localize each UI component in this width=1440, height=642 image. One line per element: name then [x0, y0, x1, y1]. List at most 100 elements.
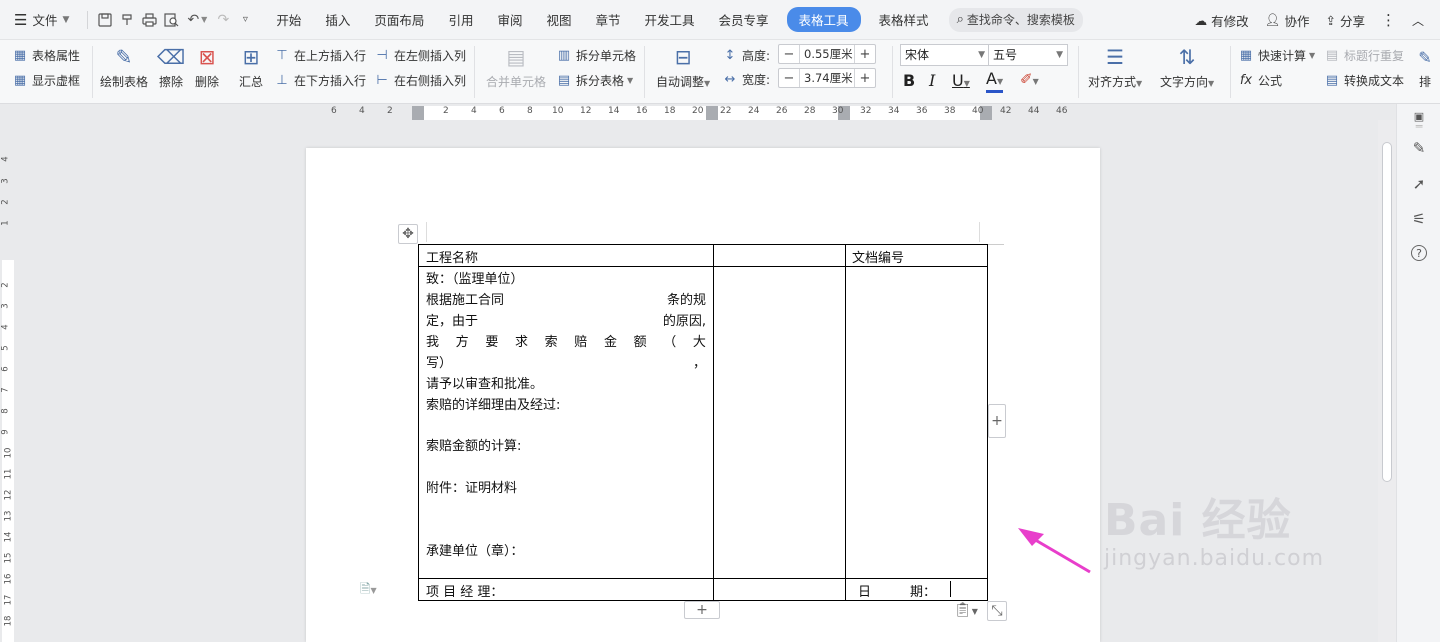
erase-button[interactable]: ⌫ 擦除: [157, 44, 185, 90]
vertical-scrollbar[interactable]: [1378, 120, 1396, 642]
cell-doc-number[interactable]: 文档编号: [852, 247, 904, 266]
row-height-stepper[interactable]: − 0.55厘米 +: [778, 44, 876, 64]
save-icon[interactable]: [94, 9, 116, 31]
tab-home[interactable]: 开始: [264, 0, 313, 40]
sort-button[interactable]: ✎ 排: [1412, 44, 1438, 90]
ruler-left-margin[interactable]: [412, 106, 424, 120]
cell-to-line[interactable]: 致：（监理单位）: [426, 268, 524, 287]
header-repeat-button[interactable]: ▤ 标题行重复: [1324, 47, 1404, 64]
add-row-button[interactable]: +: [684, 601, 720, 619]
ruler-column-marker[interactable]: [706, 106, 718, 120]
cell-amount-calc[interactable]: 索赔金额的计算:: [426, 435, 521, 454]
draw-table-button[interactable]: ✎ 绘制表格: [100, 44, 148, 90]
delete-button[interactable]: ⊠ 删除: [194, 44, 220, 90]
insert-row-below-button[interactable]: ⊥ 在下方插入行: [274, 72, 366, 89]
italic-icon[interactable]: I: [929, 71, 935, 90]
tab-table-style[interactable]: 表格样式: [867, 0, 941, 40]
text-direction-button[interactable]: ⇅ 文字方向▼: [1160, 44, 1214, 90]
ruler-tick: 3: [0, 178, 11, 184]
table-properties-label: 表格属性: [32, 49, 81, 63]
resize-table-icon[interactable]: ⤡: [987, 601, 1007, 621]
tab-section[interactable]: 章节: [583, 0, 632, 40]
calculator-icon: ▦: [1239, 48, 1253, 63]
cell-reason-line[interactable]: 定，由于 的原因,: [426, 310, 706, 329]
horizontal-ruler[interactable]: 6 4 2 2 4 6 8 10 12 14 16 18 20 22 24 26…: [0, 104, 1378, 120]
modified-status[interactable]: ☁ 有修改: [1187, 0, 1257, 40]
col-width-value[interactable]: 3.74厘米: [799, 69, 855, 87]
tab-page-layout[interactable]: 页面布局: [362, 0, 436, 40]
cell-project-name[interactable]: 工程名称: [426, 247, 478, 266]
ruler-tick: 16: [636, 106, 648, 116]
menubar-right: ☁ 有修改 👤︎ 协作 ⇪ 分享 ⋮ ︿: [1187, 0, 1432, 40]
font-name-select[interactable]: 宋体 ▼: [900, 44, 990, 66]
collaborate-button[interactable]: 👤︎ 协作: [1257, 0, 1318, 40]
decrease-height-button[interactable]: −: [779, 45, 799, 63]
split-cells-button[interactable]: ▥ 拆分单元格: [556, 47, 636, 64]
underline-icon[interactable]: U▼: [952, 71, 970, 90]
cursor-select-icon[interactable]: ➚: [1409, 174, 1429, 194]
increase-width-button[interactable]: +: [855, 69, 875, 87]
quick-calc-button[interactable]: ▦ 快速计算 ▼: [1238, 47, 1315, 64]
redo-icon[interactable]: ↷: [212, 9, 234, 31]
share-button[interactable]: ⇪ 分享: [1317, 0, 1373, 40]
table-column-border: [845, 245, 846, 600]
cell-reason-detail[interactable]: 索赔的详细理由及经过:: [426, 394, 560, 413]
insert-col-left-button[interactable]: ⊣ 在左侧插入列: [374, 47, 466, 64]
bold-icon[interactable]: B: [903, 71, 915, 90]
increase-height-button[interactable]: +: [855, 45, 875, 63]
vertical-ruler[interactable]: 4 3 2 1 2 3 4 5 6 7 8 9 10 11 12 13 14 1…: [0, 120, 16, 642]
cell-contract-line[interactable]: 根据施工合同 条的规: [426, 289, 706, 308]
tab-insert[interactable]: 插入: [313, 0, 362, 40]
table-properties-button[interactable]: ▦ 表格属性: [12, 47, 80, 64]
more-options-icon[interactable]: ⋮: [1373, 0, 1404, 40]
cell-project-manager[interactable]: 项 目 经 理：: [426, 581, 503, 600]
cell-attachment[interactable]: 附件：证明材料: [426, 477, 517, 496]
command-search[interactable]: ⌕ 查找命令、搜索模板: [948, 7, 1083, 32]
customize-toolbar-icon[interactable]: ▿: [234, 9, 256, 31]
col-width-stepper[interactable]: − 3.74厘米 +: [778, 68, 876, 88]
tab-member[interactable]: 会员专享: [707, 0, 781, 40]
contract-line-end: 条的规: [666, 293, 706, 308]
undo-icon[interactable]: ↶ ▼: [182, 9, 212, 31]
formula-button[interactable]: fx 公式: [1238, 72, 1282, 89]
split-table-button[interactable]: ▤ 拆分表格 ▼: [556, 72, 633, 89]
highlight-icon[interactable]: ✐▼: [1020, 70, 1039, 88]
font-size-select[interactable]: 五号 ▼: [988, 44, 1068, 66]
print-icon[interactable]: [138, 9, 160, 31]
insert-row-above-button[interactable]: ⊤ 在上方插入行: [274, 47, 366, 64]
paste-options-icon[interactable]: 📋︎▼: [954, 602, 978, 618]
edit-pen-icon[interactable]: ✎: [1409, 138, 1429, 158]
convert-to-text-button[interactable]: ▤ 转换成文本: [1324, 72, 1404, 89]
format-painter-icon[interactable]: [116, 9, 138, 31]
collapse-ribbon-icon[interactable]: ︿: [1404, 0, 1432, 40]
cell-date[interactable]: 日 期：: [858, 581, 936, 600]
ruler-tick: 38: [944, 106, 956, 116]
cell-approval-line[interactable]: 请予以审查和批准。: [426, 373, 543, 392]
page-icon[interactable]: 🗎︎▼: [360, 580, 377, 602]
align-button[interactable]: ☰ 对齐方式▼: [1088, 44, 1142, 90]
help-icon[interactable]: ?: [1411, 245, 1427, 261]
auto-fit-icon: ⊟: [674, 45, 692, 69]
summary-button[interactable]: ⊞ 汇总: [238, 44, 264, 90]
insert-col-right-button[interactable]: ⊢ 在右侧插入列: [374, 72, 466, 89]
settings-sliders-icon[interactable]: ⚟: [1409, 209, 1429, 229]
tab-view[interactable]: 视图: [534, 0, 583, 40]
cell-claim-amount-line[interactable]: 我 方 要 求 索 赔 金 额 （ 大: [426, 331, 706, 350]
tab-table-tools[interactable]: 表格工具: [786, 7, 861, 32]
cell-capital-line[interactable]: 写） ，: [426, 352, 706, 371]
cell-contractor-seal[interactable]: 承建单位（章）：: [426, 540, 524, 559]
show-gridlines-button[interactable]: ▦ 显示虚框: [12, 72, 80, 89]
print-preview-icon[interactable]: [160, 9, 182, 31]
row-height-value[interactable]: 0.55厘米: [799, 45, 855, 63]
tab-developer[interactable]: 开发工具: [633, 0, 707, 40]
tab-review[interactable]: 审阅: [485, 0, 534, 40]
add-column-button[interactable]: +: [988, 404, 1006, 438]
file-menu[interactable]: ☰ 文件 ▼: [0, 0, 81, 40]
font-color-icon[interactable]: A▼: [986, 70, 1004, 93]
scrollbar-thumb[interactable]: [1382, 142, 1392, 482]
table-move-handle[interactable]: ✥: [398, 224, 418, 244]
merge-cells-button[interactable]: ▤ 合并单元格: [486, 44, 546, 90]
auto-fit-button[interactable]: ⊟ 自动调整▼: [656, 44, 710, 90]
tab-references[interactable]: 引用: [436, 0, 485, 40]
decrease-width-button[interactable]: −: [779, 69, 799, 87]
